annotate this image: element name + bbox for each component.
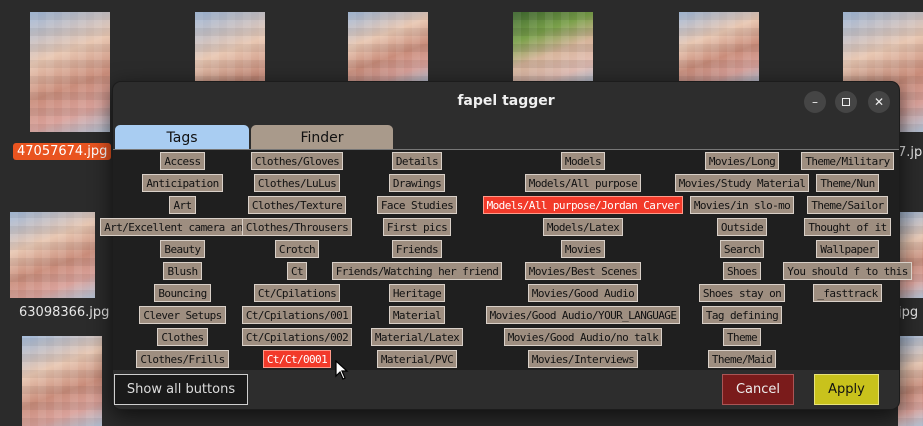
tag-button[interactable]: Outside — [716, 218, 768, 236]
tag-button[interactable]: Material — [388, 306, 446, 324]
tag-button[interactable]: Anticipation — [142, 174, 223, 192]
tag-button[interactable]: Movies/Long — [704, 152, 780, 170]
tag-button[interactable]: Models/Latex — [542, 218, 624, 236]
tag-button[interactable]: Heritage — [388, 284, 446, 302]
tag-button[interactable]: Friends — [391, 240, 443, 258]
tag-button[interactable]: Theme/Military — [801, 152, 894, 170]
tag-button[interactable]: Movies/Good Audio/YOUR_LANGUAGE — [485, 306, 681, 324]
tab-tags[interactable]: Tags — [115, 125, 249, 150]
show-all-buttons-button[interactable]: Show all buttons — [114, 374, 248, 405]
tag-button[interactable]: Models/All purpose — [524, 174, 642, 192]
tag-button[interactable]: Material/PVC — [376, 350, 458, 368]
tag-button[interactable]: First pics — [382, 218, 452, 236]
tag-button[interactable]: Face Studies — [376, 196, 458, 214]
minimize-button[interactable]: – — [804, 91, 826, 113]
tag-button[interactable]: Models — [560, 152, 606, 170]
tag-column: Details Drawings Face Studies First pics Fri… — [331, 152, 503, 372]
tag-button[interactable]: Shoes stay on — [698, 284, 786, 302]
tag-button[interactable]: Details — [391, 152, 443, 170]
tag-button[interactable]: Movies/Best Scenes — [524, 262, 642, 280]
tag-button[interactable]: Ct/Cpilations/002 — [241, 328, 353, 346]
image-thumbnail[interactable] — [513, 12, 593, 84]
file-label[interactable]: 63098366.jpg — [19, 305, 109, 320]
tags-panel: Access Anticipation Art Art/Excellent camer… — [100, 149, 912, 372]
title-bar[interactable]: fapel tagger – ✕ — [113, 82, 899, 120]
tag-column: Models Models/All purpose Models/All purpo… — [482, 152, 684, 372]
tab-finder[interactable]: Finder — [251, 125, 393, 150]
maximize-icon — [842, 98, 850, 106]
image-thumbnail[interactable] — [22, 336, 102, 426]
minimize-icon: – — [812, 95, 818, 109]
tag-button[interactable]: Clothes — [157, 328, 208, 346]
tag-button[interactable]: Shoes — [722, 262, 762, 280]
tag-button[interactable]: Clothes/Throusers — [241, 218, 353, 236]
tag-column: Access Anticipation Art Art/Excellent camer… — [100, 152, 265, 372]
tag-button[interactable]: Material/Latex — [370, 328, 464, 346]
tag-button[interactable]: Theme/Sailor — [807, 196, 888, 214]
tag-button[interactable]: Ct — [286, 262, 308, 280]
window-title: fapel tagger — [457, 93, 555, 109]
tag-button[interactable]: Theme — [722, 328, 762, 346]
tag-button[interactable]: _fasttrack — [813, 284, 882, 302]
cancel-button[interactable]: Cancel — [722, 374, 794, 405]
image-thumbnail[interactable] — [679, 12, 759, 84]
tag-button[interactable]: Theme/Maid — [707, 350, 777, 368]
tag-button[interactable]: Friends/Watching her friend — [331, 262, 503, 280]
tag-button[interactable]: Ct/Cpilations — [253, 284, 341, 302]
tag-button[interactable]: Wallpaper — [816, 240, 879, 258]
close-button[interactable]: ✕ — [868, 91, 890, 113]
image-thumbnail[interactable] — [10, 212, 95, 298]
tag-button[interactable]: Ct/Ct/0001 — [262, 350, 332, 368]
tag-button[interactable]: Art — [169, 196, 196, 214]
image-thumbnail[interactable] — [30, 12, 110, 132]
tag-button[interactable]: Theme/Nun — [816, 174, 879, 192]
image-thumbnail[interactable] — [348, 12, 428, 84]
tag-button[interactable]: Beauty — [160, 240, 205, 258]
maximize-button[interactable] — [835, 91, 857, 113]
tag-button[interactable]: Clothes/Gloves — [250, 152, 344, 170]
tag-button[interactable]: Blush — [163, 262, 202, 280]
tag-button[interactable]: Crotch — [274, 240, 320, 258]
mouse-cursor-icon — [335, 360, 349, 380]
tag-button[interactable]: Search — [719, 240, 765, 258]
tag-button[interactable]: Ct/Cpilations/001 — [241, 306, 353, 324]
tag-button[interactable]: You should f to this — [783, 262, 912, 280]
tag-button[interactable]: Clever Setups — [139, 306, 226, 324]
tag-button[interactable]: Bouncing — [154, 284, 211, 302]
tag-button[interactable]: Clothes/Frills — [136, 350, 229, 368]
tag-button[interactable]: Movies/Good Audio — [527, 284, 639, 302]
tag-button[interactable]: Art/Excellent camera angle — [100, 218, 265, 236]
tag-button[interactable]: Movies/Interviews — [527, 350, 639, 368]
tag-column: Clothes/Gloves Clothes/LuLus Clothes/Textu… — [241, 152, 353, 372]
tag-column: Theme/Military Theme/Nun Theme/Sailor Thoug… — [783, 152, 912, 306]
tag-button[interactable]: Clothes/Texture — [247, 196, 347, 214]
tag-button[interactable]: Clothes/LuLus — [253, 174, 341, 192]
tag-button[interactable]: Movies — [560, 240, 606, 258]
tagger-dialog: fapel tagger – ✕ Tags Finder Access Antic… — [100, 81, 912, 410]
close-icon: ✕ — [873, 95, 885, 109]
image-thumbnail[interactable] — [898, 336, 923, 426]
tag-button[interactable]: Models/All purpose/Jordan Carver — [482, 196, 684, 214]
tag-button[interactable]: Tag defining — [701, 306, 783, 324]
tag-button[interactable]: Drawings — [388, 174, 446, 192]
tag-button[interactable]: Access — [160, 152, 205, 170]
file-label-selected[interactable]: 47057674.jpg — [13, 143, 112, 160]
tag-button[interactable]: Thought of it — [804, 218, 891, 236]
apply-button[interactable]: Apply — [814, 374, 879, 405]
tag-button[interactable]: Movies/Good Audio/no talk — [503, 328, 663, 346]
tag-button[interactable]: Movies/Study Material — [674, 174, 810, 192]
file-label[interactable]: jpg — [898, 305, 918, 320]
tag-button[interactable]: Movies/in slo-mo — [689, 196, 795, 214]
